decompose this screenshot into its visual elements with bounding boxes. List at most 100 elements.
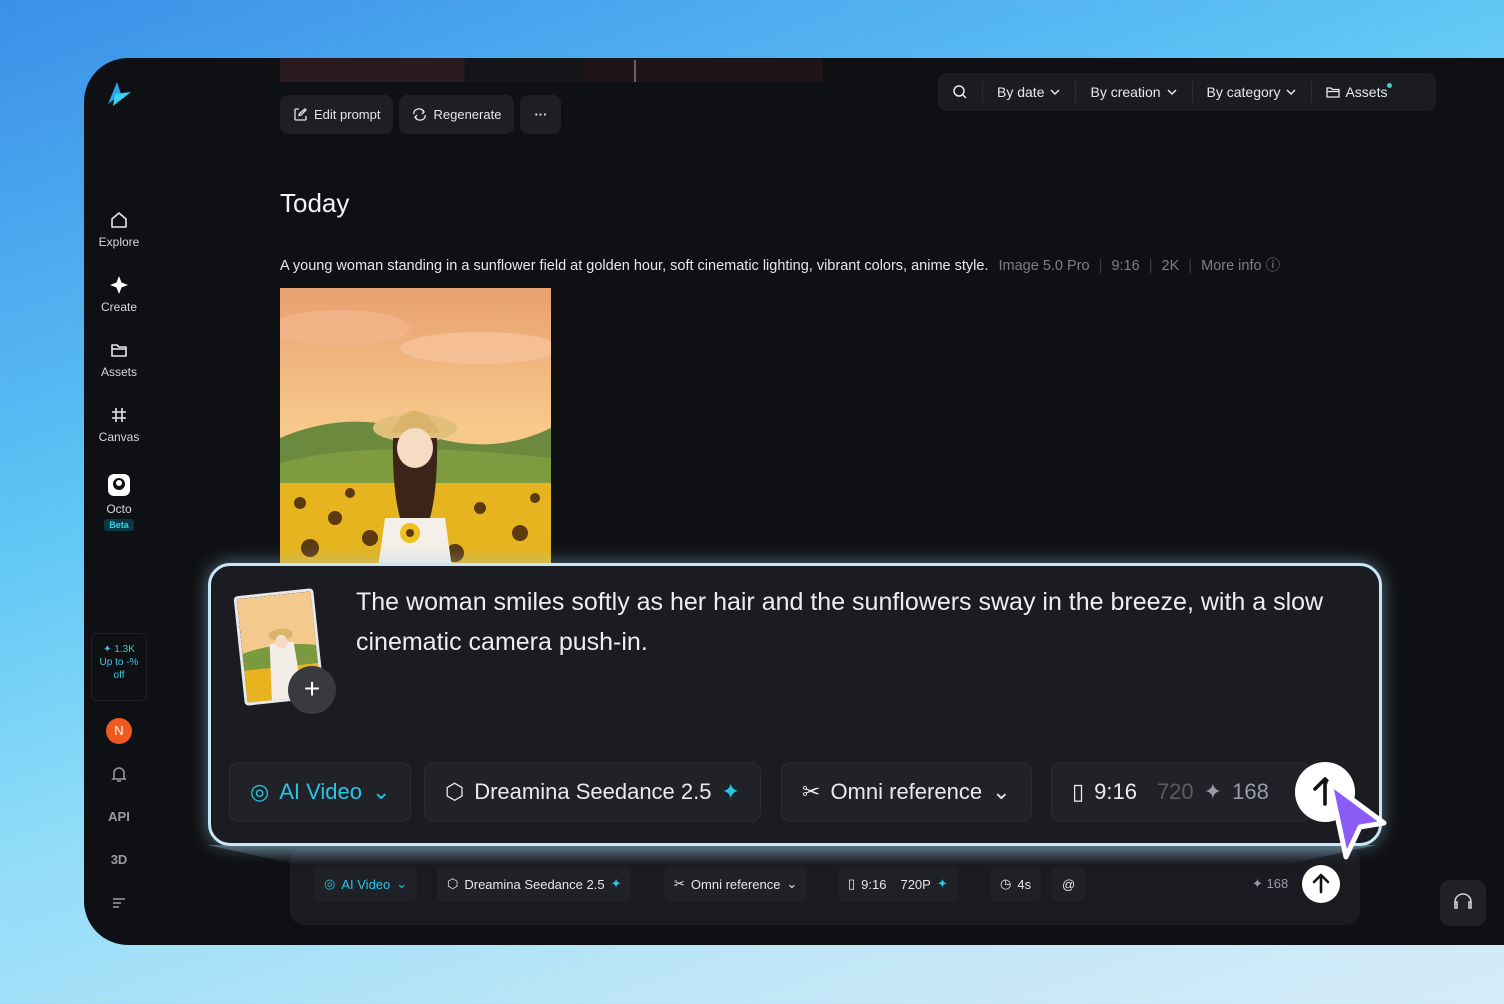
support-button[interactable] [1440,880,1486,926]
avatar[interactable]: N [106,718,132,744]
by-category-label: By category [1206,84,1281,100]
sparkle-icon: ✦ [103,644,112,655]
arrow-up-icon [1312,873,1330,894]
credit-cost: ✦ 168 [1252,876,1288,892]
search-icon [953,85,967,99]
chevron-down-icon [1167,89,1177,96]
chevron-down-icon [1286,89,1296,96]
mode-label: AI Video [341,876,391,892]
cube-icon: ⬡ [445,779,465,804]
reference-icon: ✂ [802,779,821,804]
model-dropdown[interactable]: ⬡ Dreamina Seedance 2.5 ✦ [437,866,632,902]
mode-dropdown-zoomed[interactable]: ◎ AI Video ⌄ [229,762,412,822]
sidebar-item-explore[interactable]: Explore [84,210,154,249]
folder-icon [1326,87,1341,98]
assets-button[interactable]: Assets [1312,81,1411,103]
filter-bar: By date By creation By category Assets [938,73,1436,111]
video-icon: ◎ [324,876,336,891]
search-button[interactable] [938,81,983,103]
resolution-label: 720P [900,876,931,892]
by-creation-dropdown[interactable]: By creation [1076,81,1193,103]
sidebar-item-canvas[interactable]: Canvas [84,405,154,444]
beta-badge: Beta [104,519,134,531]
duration-button[interactable]: ◷ 4s [990,866,1042,902]
sparkle-icon: ✦ [1252,876,1263,891]
model-label: Dreamina Seedance 2.5 [464,876,605,892]
regenerate-icon [413,108,427,121]
sidebar-item-assets[interactable]: Assets [84,340,154,379]
by-date-dropdown[interactable]: By date [983,81,1077,103]
bell-icon [111,767,127,782]
credits-promo[interactable]: ✦ 1.3K Up to -% off [91,633,147,701]
credits-count: 1.3K [114,644,135,655]
send-button[interactable] [1302,865,1340,903]
sparkle-icon: ✦ [721,779,740,804]
resolution-label: 720 [1156,779,1194,804]
sparkle-icon: ✦ [610,876,622,891]
menu-button[interactable] [84,894,154,915]
notifications-button[interactable] [84,764,154,787]
cube-icon: ⬡ [447,876,459,891]
reference-dropdown[interactable]: ✂ Omni reference ⌄ [664,866,808,902]
promo-line: Up to -% [99,657,139,668]
sidebar-item-create[interactable]: Create [84,275,154,314]
sparkle-icon: ✦ [1203,779,1223,804]
by-creation-label: By creation [1090,84,1161,100]
edit-prompt-button[interactable]: Edit prompt [280,95,394,134]
chevron-down-icon: ⌄ [396,876,408,891]
chevron-down-icon: ⌄ [371,779,391,804]
generation-resolution: 2K [1161,258,1180,274]
menu-icon [113,898,125,908]
sparkle-icon: ✦ [936,876,948,891]
sidebar-item-octo[interactable]: Octo Beta [84,473,154,531]
assets-label: Assets [1345,84,1388,100]
more-info-link[interactable]: More info ⓘ [1201,258,1280,274]
ratio-resolution-button-zoomed[interactable]: ▯ 9:16 720 ✦ 168 [1051,762,1311,822]
reference-label: Omni reference [690,876,781,892]
by-date-label: By date [997,84,1045,100]
phone-icon: ▯ [848,876,856,891]
clock-icon: ◷ [1000,876,1012,891]
sidebar: Explore Create Assets Canvas Octo Beta ✦… [84,58,154,945]
sidebar-item-label: Octo [106,502,132,516]
sidebar-item-label: Explore [98,235,140,249]
ratio-resolution-button[interactable]: ▯ 9:16 720P ✦ [838,866,958,902]
callout-connector [207,845,1377,865]
3d-link[interactable]: 3D [84,852,154,867]
sidebar-item-label: Assets [100,365,137,379]
more-options-button[interactable]: ··· [520,95,562,134]
reference-dropdown-zoomed[interactable]: ✂ Omni reference ⌄ [781,762,1032,822]
add-reference-button[interactable]: + [288,666,336,714]
mention-button[interactable]: @ [1052,866,1086,902]
mode-label: AI Video [279,779,362,804]
sidebar-item-label: Create [100,300,138,314]
generation-actions: Edit prompt Regenerate ··· [280,95,562,134]
previous-generation-thumbnail[interactable] [280,58,823,82]
folder-icon [111,344,127,357]
generated-image[interactable] [280,288,551,568]
sparkle-icon [110,276,128,294]
generation-model: Image 5.0 Pro [998,258,1090,274]
edit-prompt-label: Edit prompt [314,107,381,122]
octo-icon [108,474,130,496]
by-category-dropdown[interactable]: By category [1193,81,1313,103]
sidebar-item-label: Canvas [98,430,140,444]
notification-dot [1387,82,1393,88]
mode-dropdown[interactable]: ◎ AI Video ⌄ [314,866,418,902]
duration-label: 4s [1017,876,1032,892]
credit-cost-value: 168 [1232,779,1269,804]
edit-icon [294,108,307,121]
video-icon: ◎ [250,779,270,804]
ratio-label: 9:16 [861,876,887,892]
reference-label: Omni reference [830,779,983,804]
model-dropdown-zoomed[interactable]: ⬡ Dreamina Seedance 2.5 ✦ [424,762,761,822]
generation-prompt-row: A young woman standing in a sunflower fi… [280,258,1281,274]
generation-ratio: 9:16 [1111,258,1140,274]
regenerate-button[interactable]: Regenerate [399,95,515,134]
promo-line: off [113,670,125,681]
api-link[interactable]: API [84,809,154,824]
prompt-input[interactable]: The woman smiles softly as her hair and … [356,582,1356,662]
zoomed-composer-callout: + The woman smiles softly as her hair an… [208,563,1382,846]
phone-icon: ▯ [1072,779,1085,804]
app-logo[interactable] [105,80,133,108]
